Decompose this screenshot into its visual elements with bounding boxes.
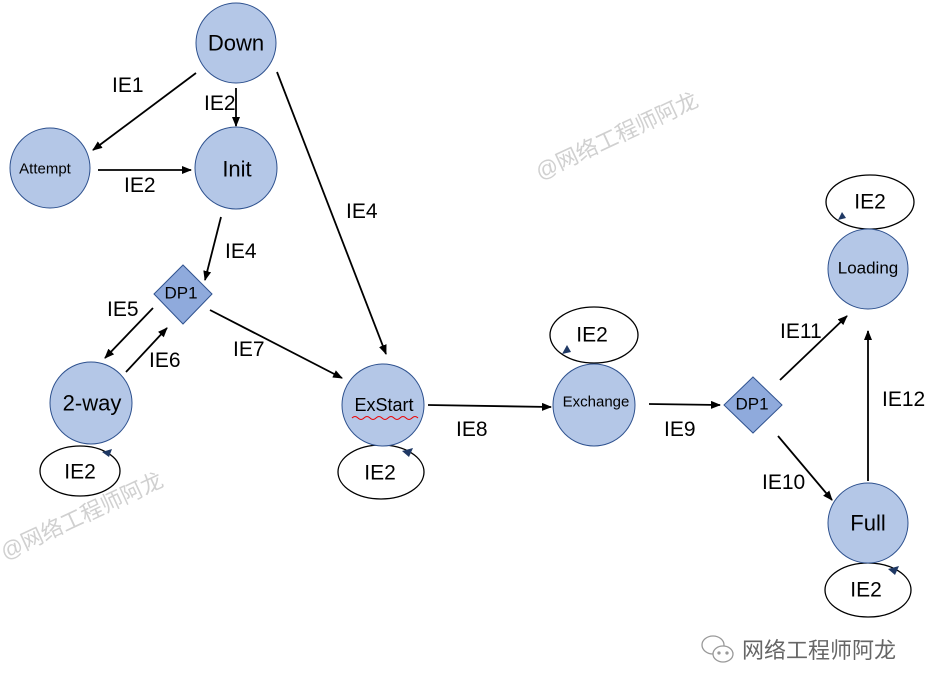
edge-label: IE2 [204,92,236,115]
node-label: 2-way [63,391,122,416]
node-label: DP1 [735,395,768,414]
self-loop-exstart: IE2 [337,444,425,500]
node-full: Full [827,482,909,564]
edge-exchange-dp1 [648,400,721,409]
edge-label: IE4 [346,200,378,223]
node-label: ExStart [354,395,413,415]
self-loop-full: IE2 [824,562,912,618]
node-label: DP1 [164,284,197,303]
wechat-icon [701,635,734,663]
loop-label: IE2 [854,191,886,214]
edge-label: IE5 [107,298,139,321]
edge-label: IE9 [664,418,696,441]
edge-label: IE12 [882,388,925,411]
loop-label: IE2 [576,324,608,347]
node-loading: Loading [827,228,909,310]
node-down: Down [195,2,277,84]
edge-label: IE1 [112,74,144,97]
edge-label: IE4 [225,240,257,263]
node-label: Attempt [19,161,72,178]
edge-label: IE7 [233,338,265,361]
node-2way: 2-way [49,361,133,445]
node-attempt: Attempt [9,127,91,209]
watermark: @网络工程师阿龙 [532,87,702,184]
edge-exstart-exchange [427,402,552,411]
loop-label: IE2 [850,579,882,602]
edge-label: IE6 [149,349,181,372]
edge-init-dp1 [203,216,222,281]
node-label: Full [850,511,885,536]
edge-down-attempt [92,72,197,151]
ospf-state-diagram: @网络工程师阿龙 @网络工程师阿龙 IE2 IE2 IE2 IE2 IE2 IE… [0,2,925,663]
edge-label: IE11 [780,320,822,343]
node-label: Init [222,157,251,182]
edge-label: IE2 [124,174,156,197]
self-loop-exchange: IE2 [549,306,639,364]
loop-label: IE2 [64,461,96,484]
node-exstart: ExStart [341,363,425,447]
node-label: Exchange [563,394,630,411]
loop-label: IE2 [364,462,396,485]
node-label: Loading [838,259,899,278]
footer-text: 网络工程师阿龙 [742,638,896,663]
edge-dp1-exstart [209,309,343,379]
edge-label: IE8 [456,418,488,441]
self-loop-loading: IE2 [825,174,915,230]
node-exchange: Exchange [552,363,636,447]
self-loop-2way: IE2 [39,445,121,497]
edge-label: IE10 [762,471,805,494]
node-init: Init [194,126,278,210]
node-label: Down [208,31,264,56]
decision-dp1-right: DP1 [723,376,783,434]
decision-dp1-left: DP1 [153,264,213,325]
